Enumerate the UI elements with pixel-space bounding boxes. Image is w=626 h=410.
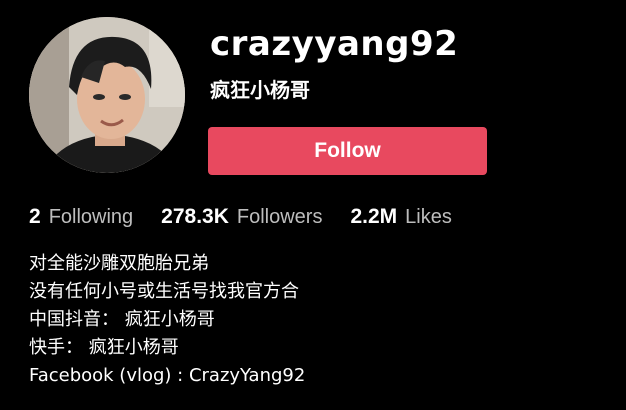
following-label: Following — [48, 206, 134, 228]
bio-line: 对全能沙雕双胞胎兄弟 — [29, 253, 209, 274]
likes-count: 2.2M — [350, 205, 398, 228]
following-count: 2 — [29, 205, 41, 228]
bio-line: Facebook (vlog) : CrazyYang92 — [29, 365, 306, 386]
bio: 对全能沙雕双胞胎兄弟 没有任何小号或生活号找我官方合 中国抖音： 疯狂小杨哥 快… — [29, 250, 305, 390]
stat-followers[interactable]: 278.3K Followers — [161, 205, 322, 229]
followers-label: Followers — [236, 206, 323, 228]
bio-line: 没有任何小号或生活号找我官方合 — [29, 281, 299, 302]
avatar[interactable] — [29, 17, 185, 173]
bio-line: 中国抖音： 疯狂小杨哥 — [29, 309, 215, 330]
bio-line: 快手： 疯狂小杨哥 — [29, 337, 179, 358]
stat-likes: 2.2M Likes — [350, 205, 451, 229]
stat-following[interactable]: 2 Following — [29, 205, 133, 229]
username: crazyyang92 — [210, 24, 459, 64]
likes-label: Likes — [405, 206, 452, 228]
profile-stats: 2 Following 278.3K Followers 2.2M Likes — [29, 205, 480, 237]
follow-button[interactable]: Follow — [208, 127, 487, 175]
nickname: 疯狂小杨哥 — [210, 78, 310, 102]
followers-count: 278.3K — [161, 205, 229, 228]
avatar-photo — [29, 17, 185, 173]
